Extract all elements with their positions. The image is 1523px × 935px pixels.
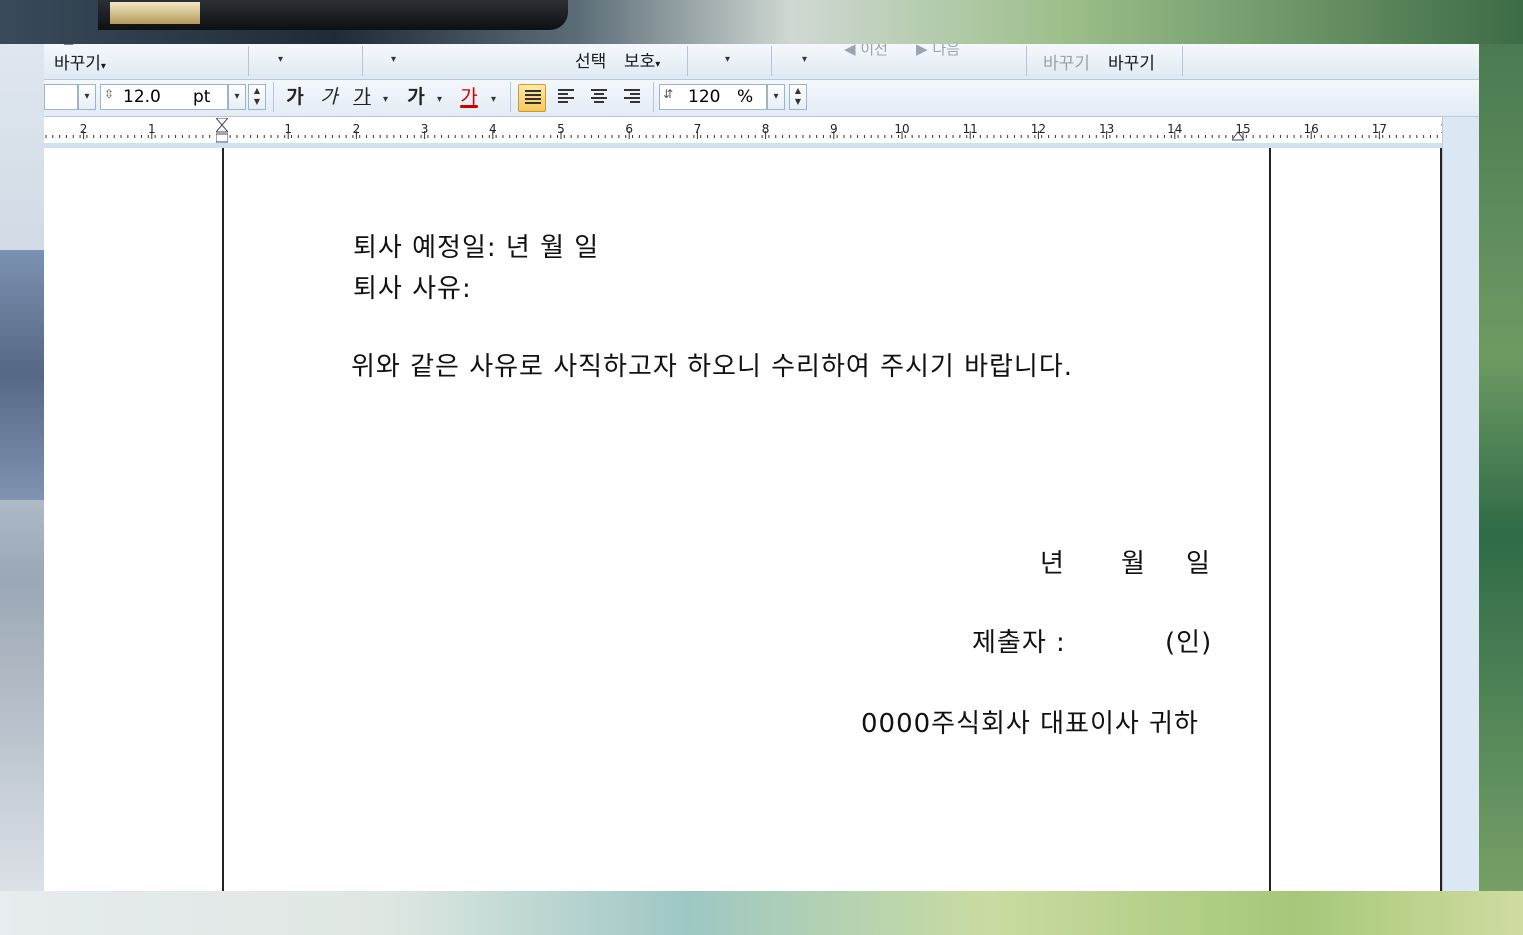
ribbon-toolbar: ━ 바꾸기▾ ▾ ▾ 선택 보호▾ ▾ ▾ ◀ 이전 ▶ 다음 바꾸기 바꾸기 <box>44 44 1479 80</box>
arrow-right-icon: ▶ <box>916 44 928 58</box>
prev-button[interactable]: ◀ 이전 <box>844 44 888 59</box>
arrow-left-icon: ◀ <box>844 44 856 58</box>
italic-button[interactable]: 가 <box>318 84 340 110</box>
align-left-button[interactable] <box>552 84 580 112</box>
dropdown-arrow-icon[interactable]: ▾ <box>278 54 283 65</box>
dropdown-arrow-icon[interactable]: ▾ <box>725 54 730 65</box>
line-spacing-dropdown-button[interactable]: ▾ <box>767 84 785 110</box>
line-spacing-spinner[interactable]: ▲ ▼ <box>789 84 807 110</box>
formatting-toolbar: ▾ ⇳ 12.0 pt ▾ ▲ ▼ 가 가 가 ▾ 가 ▾ 가 ▾ ⇵ 120 … <box>44 80 1479 117</box>
font-size-icon: ⇳ <box>104 87 115 101</box>
font-color-dropdown-icon[interactable]: ▾ <box>491 94 496 105</box>
replace-menu-button[interactable]: 바꾸기▾ <box>54 49 106 74</box>
page-edge-line <box>1440 148 1442 891</box>
underline-dropdown-icon[interactable]: ▾ <box>383 94 388 105</box>
right-indent-marker[interactable] <box>1231 127 1245 141</box>
dropdown-arrow-icon[interactable]: ▾ <box>391 54 396 65</box>
retirement-reason-line: 퇴사 사유: <box>353 274 472 304</box>
font-size-spinner[interactable]: ▲ ▼ <box>248 84 266 110</box>
dropdown-arrow-icon[interactable]: ▾ <box>802 54 807 65</box>
align-right-icon <box>624 89 640 105</box>
replace-button[interactable]: 바꾸기 <box>1108 49 1155 74</box>
page-left-margin-line <box>222 148 224 891</box>
align-left-icon <box>558 89 574 105</box>
retirement-date-line: 퇴사 예정일: 년 월 일 <box>353 233 600 263</box>
select-button[interactable]: 선택 <box>575 47 606 72</box>
font-size-field[interactable]: ⇳ 12.0 pt <box>100 84 228 110</box>
recipient-line: 0000주식회사 대표이사 귀하 <box>861 709 1199 739</box>
vertical-scrollbar[interactable] <box>1442 117 1479 891</box>
align-justify-button[interactable] <box>518 84 546 112</box>
line-spacing-field[interactable]: ⇵ 120 % <box>659 84 767 110</box>
date-year: 년 <box>1040 549 1065 579</box>
replace-disabled-button[interactable]: 바꾸기 <box>1043 49 1090 74</box>
seal-mark: (인) <box>1165 628 1213 658</box>
word-processor-window: ━ 바꾸기▾ ▾ ▾ 선택 보호▾ ▾ ▾ ◀ 이전 ▶ 다음 바꾸기 바꾸기 … <box>44 44 1479 891</box>
style-select[interactable] <box>44 84 78 110</box>
underline-button[interactable]: 가 <box>351 84 373 110</box>
align-justify-icon <box>525 90 541 106</box>
style-dropdown-button[interactable]: ▾ <box>78 84 96 110</box>
page-right-margin-line <box>1269 148 1271 891</box>
align-right-button[interactable] <box>618 84 646 112</box>
date-day: 일 <box>1186 549 1211 579</box>
strike-dropdown-icon[interactable]: ▾ <box>437 94 442 105</box>
date-month: 월 <box>1121 549 1146 579</box>
align-center-icon <box>591 89 607 105</box>
font-color-button[interactable]: 가 <box>458 84 480 110</box>
line-spacing-icon: ⇵ <box>663 87 674 101</box>
submitter-label: 제출자 : <box>972 628 1066 658</box>
bold-button[interactable]: 가 <box>284 84 306 110</box>
next-button[interactable]: ▶ 다음 <box>916 44 960 59</box>
indent-marker[interactable] <box>214 117 230 144</box>
font-size-dropdown-button[interactable]: ▾ <box>228 84 246 110</box>
document-page[interactable] <box>44 148 1442 891</box>
protect-button[interactable]: 보호▾ <box>624 47 660 72</box>
request-sentence: 위와 같은 사유로 사직하고자 하오니 수리하여 주시기 바랍니다. <box>351 352 1074 382</box>
strikethrough-button[interactable]: 가 <box>405 84 427 110</box>
align-center-button[interactable] <box>585 84 613 112</box>
